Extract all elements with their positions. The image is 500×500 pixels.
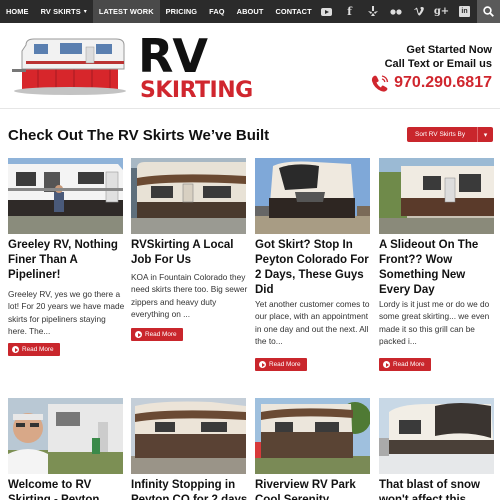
read-more-button[interactable]: Read More [8, 343, 60, 356]
chevron-down-icon: ▾ [477, 127, 493, 142]
arrow-right-icon [259, 361, 266, 368]
site-header: RV SKIRTING Get Started Now Call Text or… [0, 23, 500, 109]
facebook-icon[interactable]: f [338, 0, 361, 23]
post-excerpt: Greeley RV, yes we go there a lot! For 2… [8, 289, 125, 336]
post-thumbnail[interactable] [8, 398, 123, 474]
logo-rv-text[interactable]: RV [138, 33, 208, 79]
youtube-icon[interactable] [315, 0, 338, 23]
contact-cta: Get Started Now Call Text or Email us 97… [370, 43, 492, 93]
linkedin-icon[interactable]: in [453, 0, 476, 23]
logo-skirting-text[interactable]: SKIRTING [140, 79, 253, 103]
post-title[interactable]: Welcome to RV Skirting - Peyton [8, 478, 125, 500]
post-excerpt: KOA in Fountain Colorado they need skirt… [131, 272, 248, 319]
post-title[interactable]: That blast of snow won't affect this [379, 478, 496, 500]
post-thumbnail[interactable] [379, 158, 494, 234]
sort-dropdown[interactable]: Sort RV Skirts By ▾ [407, 127, 493, 142]
post-title[interactable]: Greeley RV, Nothing Finer Than A Pipelin… [8, 238, 125, 283]
post-thumbnail[interactable] [255, 158, 370, 234]
arrow-right-icon [383, 361, 390, 368]
phone-number[interactable]: 970.290.6817 [394, 73, 492, 93]
search-button[interactable] [477, 0, 500, 23]
chevron-down-icon: ▾ [83, 9, 87, 15]
read-more-button[interactable]: Read More [131, 328, 183, 341]
google-plus-icon[interactable]: g+ [430, 0, 453, 23]
arrow-right-icon [12, 346, 19, 353]
post-title[interactable]: Riverview RV Park Cool Serenity [255, 478, 372, 500]
read-more-button[interactable]: Read More [379, 358, 431, 371]
arrow-right-icon [135, 331, 142, 338]
post-title[interactable]: RVSkirting A Local Job For Us [131, 238, 248, 268]
logo-rv-illustration[interactable] [12, 35, 132, 97]
post-thumbnail[interactable] [255, 398, 370, 474]
post-excerpt: Yet another customer comes to our place,… [255, 299, 370, 346]
post-thumbnail[interactable] [131, 398, 246, 474]
vimeo-icon[interactable] [407, 0, 430, 23]
sort-dropdown-label: Sort RV Skirts By [415, 131, 466, 138]
post-title[interactable]: Infinity Stopping in Peyton CO for 2 day… [131, 478, 248, 500]
post-excerpt: Lordy is it just me or do we do some gre… [379, 299, 490, 346]
section-title: Check Out The RV Skirts We’ve Built [8, 127, 270, 144]
nav-item-contact[interactable]: CONTACT [269, 0, 317, 23]
nav-item-latest-work[interactable]: LATEST WORK [92, 0, 160, 23]
nav-item-pricing[interactable]: PRICING [160, 0, 204, 23]
nav-item-about[interactable]: ABOUT [231, 0, 270, 23]
yelp-icon[interactable] [361, 0, 384, 23]
phone-row: 970.290.6817 [370, 73, 492, 93]
phone-icon [372, 75, 389, 92]
nav-links: HOME RV SKIRTS ▾ LATEST WORK PRICING FAQ … [0, 0, 318, 23]
social-links: f g+ in [315, 0, 476, 23]
nav-item-faq[interactable]: FAQ [203, 0, 231, 23]
post-thumbnail[interactable] [379, 398, 494, 474]
nav-item-rv-skirts[interactable]: RV SKIRTS ▾ [35, 0, 93, 23]
read-more-button[interactable]: Read More [255, 358, 307, 371]
post-title[interactable]: A Slideout On The Front?? Wow Something … [379, 238, 496, 298]
top-nav: HOME RV SKIRTS ▾ LATEST WORK PRICING FAQ … [0, 0, 500, 23]
cta-heading: Get Started Now [406, 44, 492, 56]
cta-subheading: Call Text or Email us [384, 58, 492, 70]
nav-item-home[interactable]: HOME [0, 0, 35, 23]
post-thumbnail[interactable] [8, 158, 123, 234]
flickr-icon[interactable] [384, 0, 407, 23]
search-icon [483, 6, 494, 17]
post-title[interactable]: Got Skirt? Stop In Peyton Colorado For 2… [255, 238, 372, 298]
post-thumbnail[interactable] [131, 158, 246, 234]
